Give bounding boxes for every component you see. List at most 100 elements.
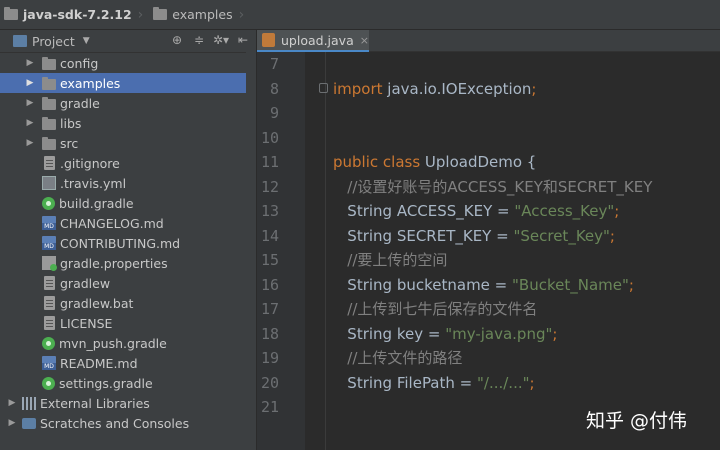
tab-upload-java[interactable]: upload.java × [257, 30, 369, 52]
tree-item-src[interactable]: ▶ src [0, 133, 257, 153]
code-token: //设置好账号的ACCESS_KEY和SECRET_KEY [333, 177, 653, 196]
expand-arrow-icon[interactable]: ▶ [24, 78, 36, 88]
tree-item-label: examples [60, 75, 121, 91]
code-token: import [333, 79, 388, 98]
expand-arrow-icon[interactable]: ▶ [6, 398, 18, 408]
folder-icon [4, 7, 18, 20]
project-tree: ▶ config ▶ examples ▶ gradle ▶ libs ▶ src .gitigno… [0, 53, 257, 433]
text-file-icon [44, 276, 55, 290]
code-token: //要上传的空间 [333, 251, 448, 269]
collapse-all-icon[interactable]: ≑ [191, 33, 207, 47]
editor-tab-bar: upload.java × [257, 30, 720, 52]
code-token: "Access_Key" [514, 202, 615, 220]
tree-item-gitignore[interactable]: .gitignore [0, 153, 257, 173]
code-token: "Secret_Key" [513, 226, 610, 245]
breadcrumb-folder-label: examples [172, 7, 233, 22]
tree-item-settings-gradle[interactable]: settings.gradle [0, 373, 257, 393]
code-line[interactable]: String bucketname = "Bucket_Name"; [333, 273, 634, 298]
panel-toolbar: ⊕ ≑ ✲▾ ⇤ [169, 33, 251, 47]
tree-item-label: .travis.yml [60, 175, 127, 191]
tree-item-label: .gitignore [60, 155, 120, 171]
target-icon[interactable]: ⊕ [169, 33, 185, 47]
tree-item-label: gradlew [60, 275, 111, 291]
java-file-icon [262, 33, 275, 47]
code-line[interactable]: public class UploadDemo { [333, 150, 536, 175]
text-file-icon [44, 316, 55, 330]
scratches-icon [22, 417, 36, 429]
code-line[interactable]: String key = "my-java.png"; [333, 322, 557, 347]
folder-icon [42, 116, 56, 130]
tree-item-external-libraries[interactable]: ▶ External Libraries [0, 393, 257, 413]
navigation-bar: java-sdk-7.2.12 › examples › [0, 0, 720, 30]
tree-item-readme-md[interactable]: README.md [0, 353, 257, 373]
gear-icon[interactable]: ✲▾ [213, 33, 229, 47]
breadcrumb-folder[interactable]: examples › [149, 0, 250, 29]
project-panel-header: Project ▼ ⊕ ≑ ✲▾ ⇤ [0, 30, 257, 53]
tree-item-gradle-properties[interactable]: gradle.properties [0, 253, 257, 273]
tree-item-label: gradle.properties [60, 255, 168, 271]
folder-icon [42, 136, 56, 150]
code-line[interactable]: String SECRET_KEY = "Secret_Key"; [333, 224, 615, 249]
breadcrumb-project[interactable]: java-sdk-7.2.12 › [0, 0, 149, 29]
line-number: 13 [260, 202, 279, 220]
tree-item-label: README.md [60, 355, 138, 371]
expand-arrow-icon[interactable]: ▶ [24, 58, 36, 68]
project-panel: Project ▼ ⊕ ≑ ✲▾ ⇤ ▶ config ▶ examples ▶ grad… [0, 30, 257, 450]
code-line[interactable]: //要上传的空间 [333, 248, 447, 273]
line-number: 21 [260, 398, 279, 416]
line-number: 12 [260, 177, 279, 196]
code-line[interactable]: String FilePath = "/.../..."; [333, 371, 535, 396]
tree-item-examples[interactable]: ▶ examples [0, 73, 257, 93]
tree-item-contributing-md[interactable]: CONTRIBUTING.md [0, 233, 257, 253]
tree-item-label: CHANGELOG.md [60, 215, 164, 231]
code-token: ; [552, 324, 558, 343]
markdown-icon [42, 356, 56, 370]
expand-arrow-icon[interactable]: ▶ [6, 418, 18, 428]
line-number: 11 [260, 153, 279, 171]
folder-icon [153, 7, 168, 20]
watermark: 知乎 @付伟 [586, 410, 688, 432]
line-number: 7 [269, 55, 279, 73]
code-token: //上传到七牛后保存的文件名 [333, 300, 538, 318]
code-line[interactable]: //上传文件的路径 [333, 346, 462, 371]
project-icon [13, 35, 27, 47]
line-number: 19 [260, 349, 279, 367]
markdown-icon [42, 236, 56, 250]
tree-item-scratches-and-consoles[interactable]: ▶ Scratches and Consoles [0, 413, 257, 433]
code-line[interactable]: //上传到七牛后保存的文件名 [333, 297, 537, 322]
line-number: 8 [269, 79, 279, 98]
panel-scrollbar[interactable] [246, 52, 256, 450]
tree-item-license[interactable]: LICENSE [0, 313, 257, 333]
tree-item-libs[interactable]: ▶ libs [0, 113, 257, 133]
code-token: ; [529, 373, 535, 392]
tree-item-mvn-push-gradle[interactable]: mvn_push.gradle [0, 333, 257, 353]
expand-arrow-icon[interactable]: ▶ [24, 118, 36, 128]
close-icon[interactable]: × [360, 34, 369, 47]
expand-arrow-icon[interactable]: ▶ [24, 138, 36, 148]
tree-item-travis-yml[interactable]: .travis.yml [0, 173, 257, 193]
tree-item-config[interactable]: ▶ config [0, 53, 257, 73]
code-line[interactable]: //设置好账号的ACCESS_KEY和SECRET_KEY [333, 175, 652, 200]
line-number: 18 [260, 324, 279, 343]
gradle-icon [42, 376, 55, 390]
fold-marker-icon[interactable] [319, 83, 328, 93]
code-token: ; [609, 226, 615, 245]
tree-item-build-gradle[interactable]: build.gradle [0, 193, 257, 213]
expand-arrow-icon[interactable]: ▶ [24, 98, 36, 108]
code-line[interactable]: import java.io.IOException; [333, 77, 536, 102]
code-token: "Bucket_Name" [512, 275, 629, 294]
tree-item-changelog-md[interactable]: CHANGELOG.md [0, 213, 257, 233]
line-number: 14 [260, 226, 279, 245]
tree-item-gradlew-bat[interactable]: gradlew.bat [0, 293, 257, 313]
tree-item-label: mvn_push.gradle [59, 335, 167, 351]
line-number: 16 [260, 275, 279, 294]
folder-icon [42, 56, 56, 70]
hide-panel-icon[interactable]: ⇤ [235, 33, 251, 47]
code-line[interactable]: String ACCESS_KEY = "Access_Key"; [333, 199, 619, 224]
project-view-selector[interactable]: Project [32, 34, 75, 49]
dropdown-arrow-icon[interactable]: ▼ [83, 36, 90, 46]
chevron-right-icon: › [137, 6, 144, 23]
code-token: //上传文件的路径 [333, 349, 463, 367]
tree-item-gradle[interactable]: ▶ gradle [0, 93, 257, 113]
tree-item-gradlew[interactable]: gradlew [0, 273, 257, 293]
